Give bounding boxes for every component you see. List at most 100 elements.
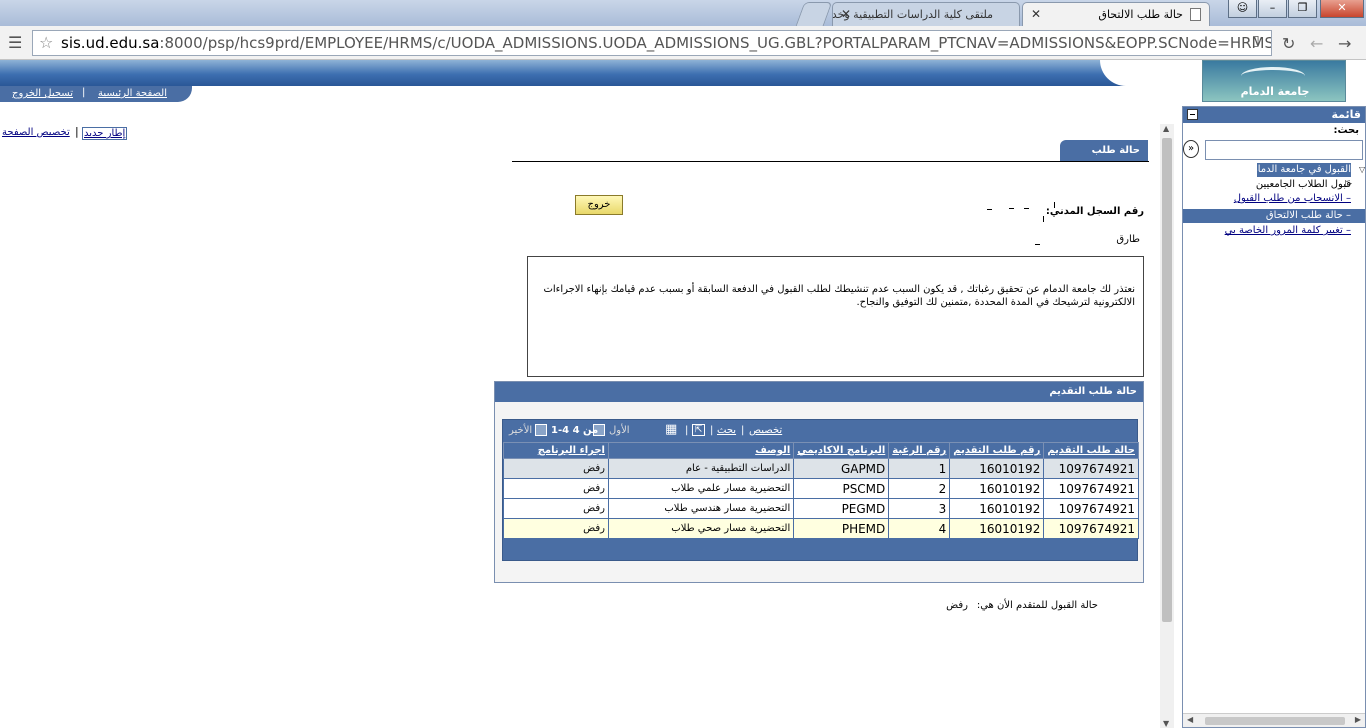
scroll-up-icon[interactable]: ▲ (1163, 124, 1169, 133)
maximize-button[interactable]: ❐ (1288, 0, 1317, 18)
separator: | (82, 87, 86, 98)
menu-title: قائمة (1331, 108, 1361, 121)
grid-title: حالة طلب التقديم (495, 382, 1143, 402)
app-status-cell: 1097674921 (1043, 498, 1139, 519)
browser-toolbar: ☰ ☆ sis.ud.edu.sa:8000/psp/hcs9prd/EMPLO… (0, 26, 1366, 60)
menu-header: قائمة (1183, 107, 1365, 123)
reload-icon[interactable]: ↻ (1282, 34, 1295, 53)
column-header[interactable]: رقم الرغبة (888, 442, 951, 459)
star-icon[interactable]: ☆ (39, 31, 53, 55)
download-grid-icon[interactable]: ▦ (665, 423, 677, 436)
column-header[interactable]: البرنامج الاكاديمي (793, 442, 890, 459)
description-cell: التحضيرية مسار علمي طلاب (607, 478, 795, 499)
collapse-icon[interactable] (1187, 109, 1198, 120)
app-number-cell: 16010192 (949, 478, 1045, 499)
redacted-mark (1035, 244, 1040, 245)
menu-item-change-password[interactable]: – تغيير كلمة المرور الخاصة بي (1225, 225, 1351, 236)
last-label: الأخير (509, 425, 533, 436)
tab-title: حالة طلب الالتحاق (1098, 8, 1183, 21)
app-status-cell: 1097674921 (1043, 478, 1139, 499)
table-header-row: حالة طلب التقديم رقم طلب التقديم رقم الر… (503, 442, 1139, 459)
message-box: نعتذر لك جامعة الدمام عن تحقيق رغباتك , … (527, 256, 1144, 377)
next-icon[interactable] (535, 424, 547, 436)
header-links-bar: تسجيل الخروج | الصفحة الرئيسية (0, 86, 192, 102)
menu-item-undergrad[interactable]: قبول الطلاب الجامعيين (1256, 179, 1351, 190)
redacted-mark (1024, 208, 1029, 209)
minimize-button[interactable]: – (1258, 0, 1287, 18)
status-grid-panel: حالة طلب التقديم تخصيص | بحث | ⇱ | ▦ الأ… (494, 381, 1144, 583)
browser-tab-active[interactable]: ✕ حالة طلب الالتحاق (1022, 2, 1210, 26)
logout-link[interactable]: تسجيل الخروج (12, 88, 73, 99)
choice-cell: 4 (888, 518, 951, 539)
new-tab-button[interactable] (795, 2, 833, 26)
scrollbar-thumb[interactable] (1162, 138, 1172, 622)
view-all-icon[interactable]: ⇱ (692, 424, 705, 436)
page-content: تسجيل الخروج | الصفحة الرئيسية جامعة الد… (0, 60, 1366, 728)
redacted-mark (1054, 202, 1055, 208)
banner-curve (1100, 60, 1200, 86)
close-icon[interactable]: ✕ (1031, 7, 1041, 21)
menu-item-admissions[interactable]: القبول في جامعة الدمام (1252, 163, 1351, 177)
action-cell: رفض (503, 498, 609, 519)
choice-cell: 3 (888, 498, 951, 519)
separator: | (75, 125, 79, 138)
page-tab: حالة طلب التقديم (1060, 140, 1148, 178)
chevron-down-icon[interactable]: ▽ (1359, 165, 1365, 174)
scroll-left-icon[interactable]: ◀ (1187, 715, 1193, 724)
choice-cell: 1 (888, 458, 951, 479)
chevron-right-icon[interactable]: ▷ (1345, 179, 1352, 189)
separator: | (685, 425, 689, 436)
action-cell: رفض (503, 478, 609, 499)
status-grid: تخصيص | بحث | ⇱ | ▦ الأول 1-4 من 4 الأخي… (502, 419, 1139, 561)
column-header[interactable]: الوصف (607, 442, 795, 459)
app-number-cell: 16010192 (949, 458, 1045, 479)
app-number-cell: 16010192 (949, 518, 1045, 539)
browser-tabstrip: ✕ ملتقى كلية الدراسات التطبيقية وخدمة ✕ … (0, 0, 1366, 26)
logo-text: جامعة الدمام (1240, 85, 1310, 98)
home-link[interactable]: الصفحة الرئيسية (98, 88, 167, 99)
user-icon[interactable]: ☺ (1228, 0, 1257, 18)
tab-title: ملتقى كلية الدراسات التطبيقية وخدمة (832, 8, 993, 21)
program-cell: GAPMD (793, 458, 890, 479)
scrollbar-thumb[interactable] (1205, 717, 1345, 725)
address-bar[interactable]: ☆ sis.ud.edu.sa:8000/psp/hcs9prd/EMPLOYE… (32, 30, 1272, 56)
header-banner (0, 60, 1200, 86)
final-status-label: حالة القبول للمتقدم الأن هي: (976, 600, 1098, 611)
new-window-link[interactable]: إطار جديد (82, 127, 128, 140)
column-header[interactable]: اجراء البرنامج (503, 442, 609, 459)
scroll-right-icon[interactable]: ▶ (1355, 715, 1361, 724)
customize-page-link[interactable]: تخصيص الصفحة (2, 127, 70, 138)
app-status-cell: 1097674921 (1043, 458, 1139, 479)
close-window-button[interactable]: ✕ (1320, 0, 1364, 18)
column-header[interactable]: حالة طلب التقديم (1043, 442, 1139, 459)
separator: | (710, 425, 714, 436)
separator: | (741, 425, 745, 436)
search-go-icon[interactable]: » (1183, 140, 1199, 158)
description-cell: التحضيرية مسار هندسي طلاب (607, 498, 795, 519)
scroll-down-icon[interactable]: ▼ (1163, 719, 1169, 728)
browser-tab-inactive[interactable]: ✕ ملتقى كلية الدراسات التطبيقية وخدمة (832, 2, 1020, 26)
grid-nav-bar: تخصيص | بحث | ⇱ | ▦ الأول 1-4 من 4 الأخي… (503, 420, 1139, 442)
menu-search-input[interactable] (1205, 140, 1363, 160)
menu-item-withdraw[interactable]: – الانسحاب من طلب القبول (1234, 193, 1351, 204)
column-header[interactable]: رقم طلب التقديم (949, 442, 1045, 459)
back-icon[interactable]: ← (1310, 34, 1323, 53)
menu-scrollbar[interactable]: ◀ ▶ (1183, 713, 1365, 727)
menu-item-status[interactable]: – حالة طلب الالتحاق (1183, 209, 1365, 223)
customize-link[interactable]: تخصيص (749, 425, 782, 436)
menu-icon[interactable]: ☰ (8, 33, 22, 52)
action-cell: رفض (503, 458, 609, 479)
page-scrollbar[interactable]: ▲ ▼ (1160, 124, 1174, 728)
forward-icon[interactable]: → (1338, 34, 1351, 53)
redacted-mark (1009, 208, 1014, 209)
program-cell: PSCMD (793, 478, 890, 499)
choice-cell: 2 (888, 478, 951, 499)
first-label: الأول (609, 425, 630, 436)
university-logo: جامعة الدمام (1202, 60, 1346, 102)
table-row: 1097674921 16010192 1 GAPMD الدراسات الت… (503, 458, 1139, 479)
exit-button[interactable]: خروج (575, 195, 623, 215)
table-row: 1097674921 16010192 4 PHEMD التحضيرية مس… (503, 518, 1139, 539)
find-link[interactable]: بحث (717, 425, 736, 436)
row-range: 1-4 من 4 (551, 425, 599, 436)
final-status-value: رفض (946, 600, 968, 611)
